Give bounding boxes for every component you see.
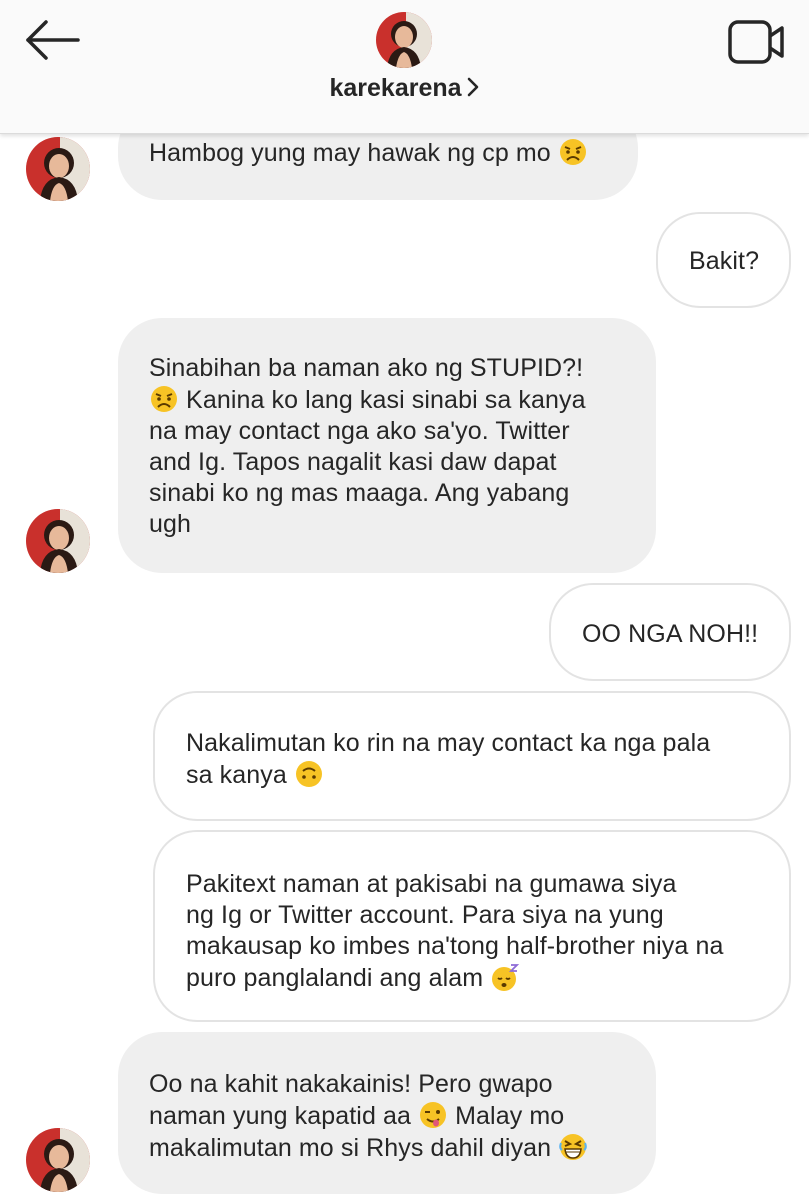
chevron-right-icon: [466, 76, 480, 105]
message-line: Pakitext naman at pakisabi na gumawa siy…: [186, 870, 677, 898]
message-bubble[interactable]: Pakitext naman at pakisabi na gumawa siy…: [153, 830, 791, 1022]
chat-header: karekarena: [0, 0, 809, 134]
winking-tongue-face-icon: [418, 1100, 448, 1130]
message-line: sinabi ko ng mas maaga. Ang yabang: [149, 479, 570, 507]
message-line: Malay mo: [455, 1102, 565, 1130]
message-text: Bakit?: [689, 247, 760, 275]
sleeping-face-icon: [490, 962, 520, 992]
message-line: puro panglalandi ang alam: [186, 964, 484, 992]
message-line-with-emoji: Kanina ko lang kasi sinabi sa kanya: [149, 384, 656, 416]
message-line: Kanina ko lang kasi sinabi sa kanya: [186, 386, 586, 414]
message-text: Hambog yung may hawak ng cp mo: [149, 139, 551, 167]
message-line: ugh: [149, 510, 192, 538]
upside-down-face-icon: [294, 759, 324, 789]
grinning-squint-face-icon: [558, 1132, 588, 1162]
message-line: ng Ig or Twitter account. Para siya na y…: [186, 901, 664, 929]
message-bubble[interactable]: Sinabihan ba naman ako ng STUPID?! Kanin…: [118, 318, 656, 573]
message-bubble[interactable]: Bakit?: [656, 212, 791, 308]
username: karekarena: [329, 74, 462, 102]
sender-avatar[interactable]: [26, 509, 90, 573]
message-line: sa kanya: [186, 761, 287, 789]
username-link[interactable]: karekarena: [0, 74, 809, 105]
message-line: Sinabihan ba naman ako ng STUPID?!: [149, 354, 584, 382]
message-line: na may contact nga ako sa'yo. Twitter: [149, 417, 570, 445]
message-bubble[interactable]: Nakalimutan ko rin na may contact ka nga…: [153, 691, 791, 821]
message-line: Nakalimutan ko rin na may contact ka nga…: [186, 729, 711, 757]
message-line: Oo na kahit nakakainis! Pero gwapo: [149, 1070, 553, 1098]
message-bubble[interactable]: Oo na kahit nakakainis! Pero gwapo naman…: [118, 1032, 656, 1194]
sender-avatar[interactable]: [26, 137, 90, 201]
message-line-with-emoji: puro panglalandi ang alam: [186, 962, 789, 994]
message-bubble[interactable]: OO NGA NOH!!: [549, 583, 791, 681]
message-line: and Ig. Tapos nagalit kasi daw dapat: [149, 448, 557, 476]
message-text: OO NGA NOH!!: [582, 620, 759, 648]
sender-avatar[interactable]: [26, 1128, 90, 1192]
video-call-icon[interactable]: [724, 16, 788, 68]
arrow-left-icon[interactable]: [20, 16, 84, 64]
message-thread: Hambog yung may hawak ng cp mo Bakit? Si…: [0, 0, 809, 1200]
message-line-with-emoji: sa kanya: [186, 759, 789, 791]
message-line: naman yung kapatid aa: [149, 1102, 412, 1130]
message-line: makausap ko imbes na'tong half-brother n…: [186, 932, 724, 960]
message-line-with-emoji: naman yung kapatid aa Malay mo: [149, 1100, 656, 1132]
angry-face-icon: [558, 137, 588, 167]
message-line-with-emoji: makalimutan mo si Rhys dahil diyan: [149, 1132, 656, 1164]
angry-face-icon: [149, 384, 179, 414]
header-avatar[interactable]: [376, 12, 432, 68]
message-line: makalimutan mo si Rhys dahil diyan: [149, 1134, 552, 1162]
